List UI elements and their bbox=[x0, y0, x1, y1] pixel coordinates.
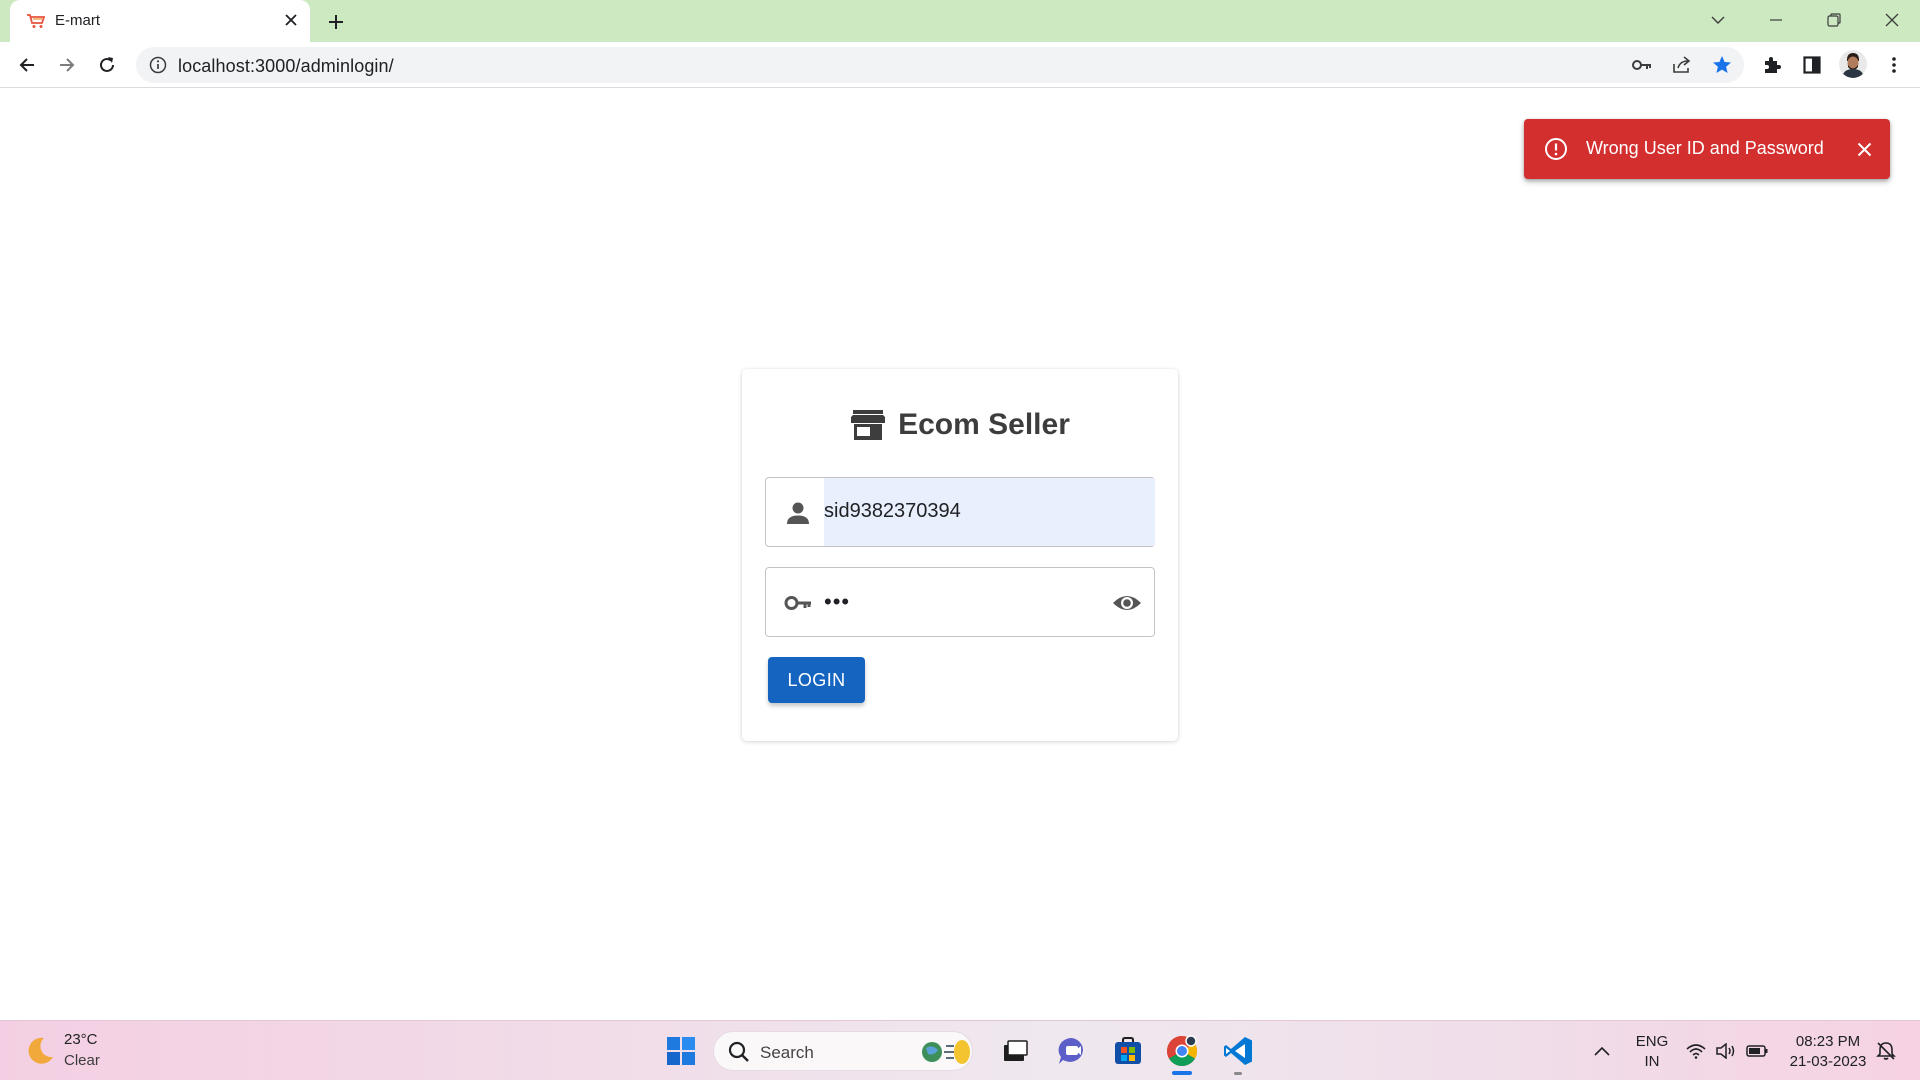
task-view-icon[interactable] bbox=[995, 1031, 1035, 1071]
side-panel-icon[interactable] bbox=[1798, 51, 1826, 79]
teams-chat-icon[interactable] bbox=[1052, 1031, 1092, 1071]
microsoft-store-icon[interactable] bbox=[1108, 1031, 1148, 1071]
browser-toolbar: localhost:3000/adminlogin/ bbox=[0, 42, 1920, 88]
weather-temperature[interactable]: 23°C bbox=[64, 1031, 98, 1048]
login-card: Ecom Seller sid9382370394 ••• LOGIN bbox=[742, 369, 1178, 741]
extensions-puzzle-icon[interactable] bbox=[1758, 51, 1786, 79]
tab-search-chevron-icon[interactable] bbox=[1690, 0, 1746, 40]
key-icon bbox=[784, 596, 811, 610]
chrome-menu-icon[interactable] bbox=[1880, 51, 1908, 79]
cart-favicon-icon bbox=[27, 14, 46, 28]
person-icon bbox=[787, 502, 809, 524]
close-window-button[interactable] bbox=[1864, 0, 1920, 40]
search-label: Search bbox=[760, 1043, 814, 1062]
url-text[interactable]: localhost:3000/adminlogin/ bbox=[178, 56, 394, 77]
volume-icon[interactable] bbox=[1714, 1039, 1738, 1063]
store-icon bbox=[851, 410, 886, 440]
page-title: Ecom Seller bbox=[898, 408, 1070, 441]
wifi-icon[interactable] bbox=[1684, 1039, 1708, 1063]
password-key-icon[interactable] bbox=[1630, 54, 1654, 76]
reload-button[interactable] bbox=[90, 48, 124, 82]
new-tab-button[interactable] bbox=[322, 9, 350, 35]
moon-weather-icon[interactable] bbox=[24, 1035, 56, 1067]
tab-title: E-mart bbox=[55, 12, 100, 29]
vscode-app-icon[interactable] bbox=[1218, 1031, 1258, 1071]
clock-time[interactable]: 08:23 PM bbox=[1780, 1033, 1876, 1050]
windows-taskbar: 23°C Clear Search ENG IN 08:23 PM 21-03-… bbox=[0, 1020, 1920, 1080]
search-highlight-icon bbox=[922, 1040, 970, 1064]
password-mask[interactable]: ••• bbox=[824, 591, 850, 613]
vscode-running-indicator bbox=[1234, 1072, 1242, 1075]
minimize-button[interactable] bbox=[1748, 0, 1804, 40]
share-icon[interactable] bbox=[1670, 54, 1694, 76]
back-button[interactable] bbox=[10, 48, 44, 82]
error-outline-icon bbox=[1545, 138, 1567, 160]
chrome-active-indicator bbox=[1172, 1071, 1192, 1075]
address-bar[interactable]: localhost:3000/adminlogin/ bbox=[136, 47, 1744, 83]
login-button[interactable]: LOGIN bbox=[768, 657, 865, 703]
username-value[interactable]: sid9382370394 bbox=[824, 500, 961, 523]
notification-bell-icon[interactable] bbox=[1874, 1039, 1898, 1063]
tab-strip: E-mart bbox=[0, 0, 1920, 42]
clock-date[interactable]: 21-03-2023 bbox=[1780, 1053, 1876, 1070]
restore-button[interactable] bbox=[1806, 0, 1862, 40]
bookmark-star-icon[interactable] bbox=[1710, 54, 1734, 76]
username-field[interactable]: sid9382370394 bbox=[765, 477, 1155, 547]
forward-button[interactable] bbox=[50, 48, 84, 82]
profile-avatar[interactable] bbox=[1839, 50, 1867, 78]
windows-start-icon[interactable] bbox=[661, 1031, 701, 1071]
taskbar-search-box[interactable]: Search bbox=[713, 1031, 973, 1071]
show-hidden-icons-chevron-icon[interactable] bbox=[1590, 1039, 1614, 1063]
site-info-icon[interactable] bbox=[149, 56, 167, 74]
error-toast: Wrong User ID and Password bbox=[1524, 119, 1890, 179]
toast-message: Wrong User ID and Password bbox=[1586, 138, 1824, 158]
search-icon bbox=[728, 1041, 749, 1062]
toast-close-icon[interactable] bbox=[1851, 136, 1877, 162]
browser-tab[interactable]: E-mart bbox=[10, 0, 310, 42]
card-header: Ecom Seller bbox=[742, 405, 1178, 445]
tab-close-icon[interactable] bbox=[280, 9, 302, 31]
password-field[interactable]: ••• bbox=[765, 567, 1155, 637]
weather-description[interactable]: Clear bbox=[64, 1052, 100, 1069]
battery-icon[interactable] bbox=[1745, 1039, 1769, 1063]
visibility-eye-icon[interactable] bbox=[1112, 590, 1142, 616]
region-indicator[interactable]: IN bbox=[1632, 1053, 1672, 1070]
language-indicator[interactable]: ENG bbox=[1632, 1033, 1672, 1050]
chrome-app-icon[interactable] bbox=[1162, 1031, 1202, 1071]
